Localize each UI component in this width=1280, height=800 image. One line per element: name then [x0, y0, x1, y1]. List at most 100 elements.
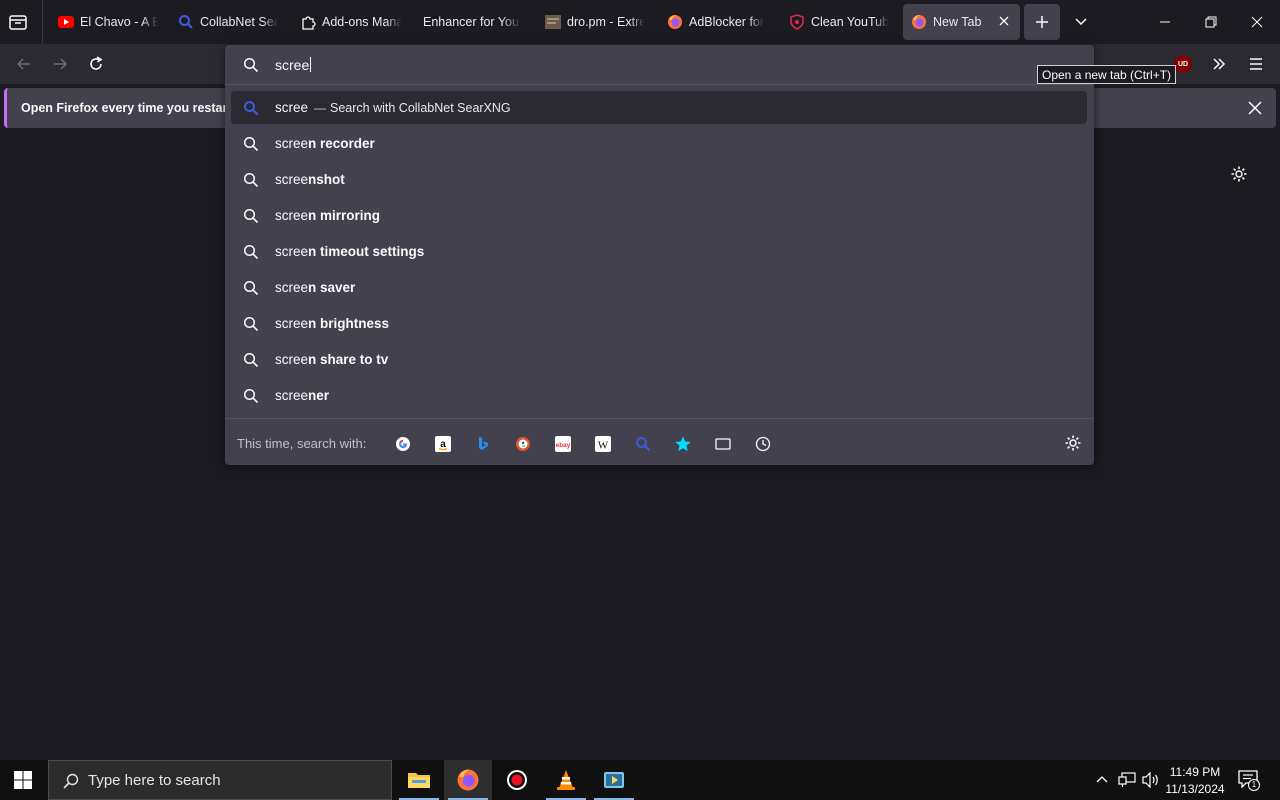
notification-close-button[interactable] [1248, 101, 1262, 115]
tab-clean-youtube[interactable]: Clean YouTube [789, 4, 889, 40]
tab-addons-manager[interactable]: Add-ons Mana [300, 4, 402, 40]
windows-start-button[interactable] [14, 771, 32, 789]
tab-label: Enhancer for YouTu [423, 15, 521, 29]
restore-button[interactable] [1204, 15, 1218, 29]
windows-logo-icon [14, 771, 32, 789]
clock-time: 11:49 PM [1169, 765, 1221, 779]
windows-taskbar: Type here to search 11:49 PM 11/13/2024 … [0, 760, 1280, 800]
network-icon[interactable] [1118, 772, 1136, 788]
search-icon [243, 244, 259, 260]
tab-label: AdBlocker for [689, 15, 765, 29]
tab-el-chavo[interactable]: El Chavo - A B [58, 4, 158, 40]
minimize-button[interactable] [1158, 15, 1172, 29]
action-center-button[interactable]: 1 [1238, 770, 1260, 791]
firefox-icon [667, 14, 683, 30]
bookmarks-icon[interactable] [674, 435, 692, 453]
wikipedia-icon[interactable]: W [594, 435, 612, 453]
search-settings-button[interactable] [1064, 434, 1082, 452]
svg-text:a: a [440, 439, 446, 450]
search-icon [243, 172, 259, 188]
tab-collabnet-search[interactable]: CollabNet Sear [178, 4, 278, 40]
tab-label: El Chavo - A B [80, 15, 158, 29]
puzzle-icon [300, 14, 316, 30]
address-bar-input[interactable]: scree [225, 45, 1094, 85]
search-suggestion[interactable]: screen saver [231, 271, 1087, 304]
taskbar-search-box[interactable]: Type here to search [48, 760, 392, 800]
google-icon[interactable] [394, 435, 412, 453]
file-explorer-taskbar-button[interactable] [395, 760, 443, 800]
recorder-taskbar-button[interactable] [493, 760, 541, 800]
searxng-icon[interactable] [634, 435, 652, 453]
tab-adblocker[interactable]: AdBlocker for [667, 4, 767, 40]
tab-label: Clean YouTube [811, 15, 889, 29]
search-icon [243, 316, 259, 332]
suggestion-text: screen timeout settings [275, 244, 425, 259]
customize-new-tab-button[interactable] [1230, 165, 1248, 183]
media-player-icon [604, 772, 624, 788]
svg-text:W: W [598, 440, 609, 452]
search-suggestion[interactable]: screener [231, 379, 1087, 412]
address-bar-text[interactable]: scree [275, 57, 312, 73]
close-tab-icon[interactable] [998, 15, 1010, 27]
tab-strip: El Chavo - A B CollabNet Sear Add-ons Ma… [0, 0, 1280, 44]
more-tools-button[interactable] [1211, 56, 1227, 72]
close-window-button[interactable] [1250, 15, 1264, 29]
new-tab-tooltip: Open a new tab (Ctrl+T) [1037, 65, 1177, 84]
duckduckgo-icon[interactable] [514, 435, 532, 453]
search-icon [178, 14, 194, 30]
bing-icon[interactable] [474, 435, 492, 453]
tab-dro-pm[interactable]: dro.pm - Extre [545, 4, 645, 40]
one-off-label: This time, search with: [237, 436, 367, 451]
search-suggestion[interactable]: screen mirroring [231, 199, 1087, 232]
gear-icon [1231, 166, 1247, 182]
address-bar-popup: scree scree — Search with CollabNet SearXN… [225, 45, 1094, 465]
search-suggestion[interactable]: screen brightness [231, 307, 1087, 340]
media-player-taskbar-button[interactable] [590, 760, 638, 800]
chevron-up-icon [1096, 776, 1108, 783]
suggestion-text: screen share to tv [275, 352, 389, 367]
volume-icon[interactable] [1142, 772, 1160, 788]
taskbar-clock[interactable]: 11:49 PM 11/13/2024 [1160, 764, 1230, 798]
chevron-down-icon [1075, 18, 1087, 26]
plus-icon [1036, 16, 1048, 28]
tabs-icon[interactable] [714, 435, 732, 453]
search-suggestion[interactable]: screen timeout settings [231, 235, 1087, 268]
list-all-tabs-button[interactable] [1074, 15, 1088, 29]
vlc-taskbar-button[interactable] [542, 760, 590, 800]
amazon-icon[interactable]: a [434, 435, 452, 453]
heuristic-search-result[interactable]: scree — Search with CollabNet SearXNG [231, 91, 1087, 124]
close-icon [1248, 101, 1262, 115]
search-suggestion[interactable]: screen recorder [231, 127, 1087, 160]
tab-new-tab[interactable]: New Tab [903, 4, 1020, 40]
ublock-badge: UD [1177, 60, 1189, 68]
heuristic-result-text: scree — Search with CollabNet SearXNG [275, 100, 511, 115]
search-icon [243, 388, 259, 404]
hamburger-menu-icon [1250, 58, 1262, 70]
restore-icon [1205, 16, 1217, 28]
tab-label: dro.pm - Extre [567, 15, 645, 29]
folder-icon [408, 773, 430, 788]
search-icon [243, 280, 259, 296]
firefox-view-icon[interactable] [8, 12, 28, 32]
svg-text:ebay: ebay [556, 442, 571, 449]
reload-icon [90, 56, 103, 70]
search-suggestion[interactable]: screen share to tv [231, 343, 1087, 376]
tab-enhancer-youtube[interactable]: Enhancer for YouTu [423, 4, 521, 40]
forward-button[interactable] [52, 56, 68, 72]
one-off-search-bar: This time, search with: a ebay W [225, 418, 1094, 465]
app-menu-button[interactable] [1248, 56, 1264, 72]
new-tab-button[interactable] [1024, 4, 1060, 40]
taskbar-search-placeholder: Type here to search [88, 772, 221, 789]
ebay-icon[interactable]: ebay [554, 435, 572, 453]
ublock-origin-icon[interactable]: UD [1174, 55, 1192, 73]
suggestion-text: screen brightness [275, 316, 390, 331]
firefox-taskbar-button[interactable] [444, 760, 492, 800]
youtube-icon [58, 14, 74, 30]
suggestion-text: screen recorder [275, 136, 375, 151]
search-suggestion[interactable]: screenshot [231, 163, 1087, 196]
back-button[interactable] [16, 56, 32, 72]
reload-button[interactable] [88, 56, 104, 72]
searxng-search-icon [244, 101, 259, 116]
show-hidden-icons-button[interactable] [1096, 774, 1108, 786]
history-icon[interactable] [754, 435, 772, 453]
